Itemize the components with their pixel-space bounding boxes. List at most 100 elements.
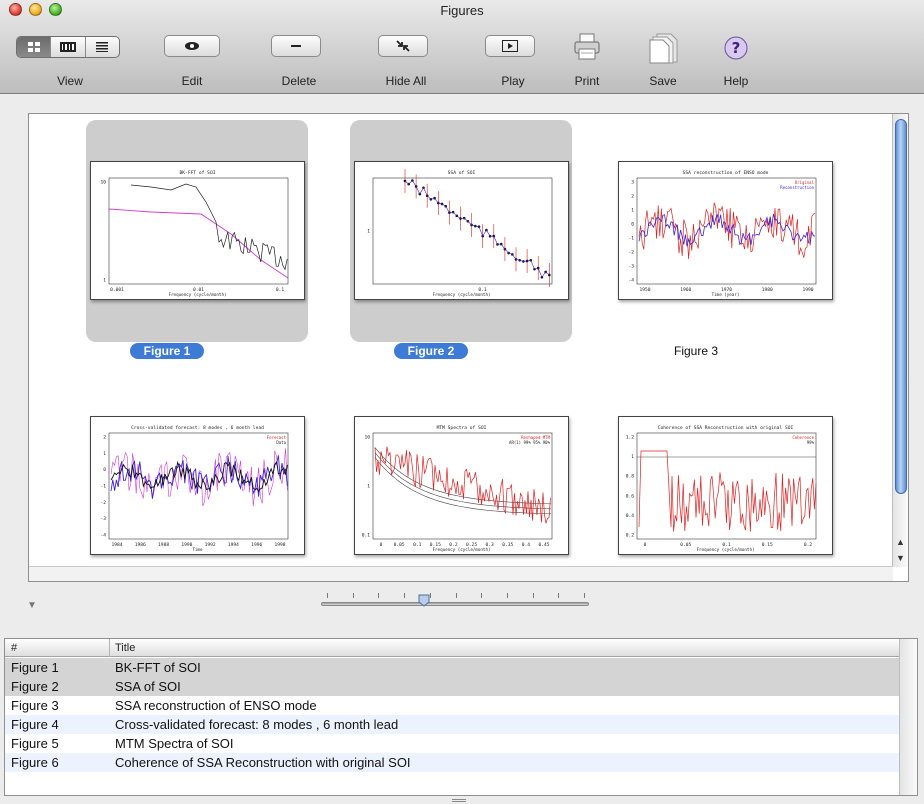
y-tick-label: 0.1 xyxy=(362,533,371,539)
hide-all-button[interactable] xyxy=(378,35,428,57)
table-row[interactable]: Figure 5 MTM Spectra of SOI xyxy=(5,734,899,753)
column-header-title[interactable]: Title xyxy=(115,642,135,654)
list-view-icon[interactable] xyxy=(86,37,119,57)
y-tick-label: 1 xyxy=(367,484,370,490)
slider-tick xyxy=(378,593,380,598)
x-tick-label: 1992 xyxy=(205,542,216,548)
toolbar: Figures View Edit Delete Hide All Play P… xyxy=(0,0,924,94)
hide-all-label: Hide All xyxy=(385,74,427,88)
figure-thumbnail[interactable]: Coherence of SSA Reconstruction with ori… xyxy=(618,416,833,555)
x-tick-label: 0.01 xyxy=(193,287,204,293)
slider-tick xyxy=(506,593,508,598)
plot-title: Coherence of SSA Reconstruction with ori… xyxy=(658,425,794,431)
help-label: Help xyxy=(723,74,749,88)
disclosure-triangle-icon[interactable]: ▼ xyxy=(27,600,37,611)
figure-label[interactable]: Figure 3 xyxy=(659,343,733,359)
y-tick-label: 1.2 xyxy=(626,435,635,441)
figures-window: Figures View Edit Delete Hide All Play P… xyxy=(0,0,924,804)
y-tick-label: 1 xyxy=(631,454,634,460)
x-tick-label: 0.1 xyxy=(722,542,731,548)
slider-tick xyxy=(532,593,534,598)
help-button[interactable]: ? xyxy=(724,36,748,65)
figure-title-cell: SSA reconstruction of ENSO mode xyxy=(115,698,317,713)
y-tick-label: -3 xyxy=(628,264,634,270)
figure-number-cell: Figure 2 xyxy=(11,679,59,694)
slider-tick xyxy=(481,593,483,598)
table-row[interactable]: Figure 2 SSA of SOI xyxy=(5,677,899,696)
print-button[interactable] xyxy=(573,33,601,66)
figure-browser[interactable]: BK-FFT of SOI Frequency (cycle/month) 10 1 0… xyxy=(28,113,909,582)
x-tick-label: 1980 xyxy=(762,287,773,293)
x-tick-label: 1994 xyxy=(228,542,239,548)
y-tick-label: 1 xyxy=(631,208,634,214)
plot-title: Cross-validated forecast: 8 modes , 6 mo… xyxy=(131,425,264,431)
figure-number-cell: Figure 1 xyxy=(11,660,59,675)
table-row[interactable]: Figure 3 SSA reconstruction of ENSO mode xyxy=(5,696,899,715)
scroll-down-arrow-icon[interactable]: ▼ xyxy=(893,551,908,565)
figure-number-cell: Figure 6 xyxy=(11,755,59,770)
edit-button[interactable] xyxy=(164,35,220,57)
x-tick-label: 0.25 xyxy=(466,542,477,548)
y-tick-label: 0.8 xyxy=(626,474,635,480)
table-row[interactable]: Figure 6 Coherence of SSA Reconstruction … xyxy=(5,753,899,772)
filmstrip-view-icon[interactable] xyxy=(51,37,86,57)
figure-thumbnail[interactable]: SSA reconstruction of ENSO mode Time (yea… xyxy=(618,161,833,300)
figure-title-cell: SSA of SOI xyxy=(115,679,181,694)
resize-grip-icon[interactable] xyxy=(452,799,466,802)
play-button[interactable] xyxy=(485,35,535,57)
slider-tick xyxy=(404,593,406,598)
table-scrollbar[interactable] xyxy=(899,639,917,795)
plot-title: MTM Spectra of SOI xyxy=(437,425,487,431)
y-tick-label: 1 xyxy=(367,229,370,235)
minus-icon xyxy=(291,45,301,47)
horizontal-scrollbar[interactable] xyxy=(29,566,893,581)
vertical-scrollbar[interactable]: ▲ ▼ xyxy=(892,114,908,567)
y-tick-label: 2 xyxy=(631,194,634,200)
legend-entry: Data xyxy=(276,440,286,445)
plot-frame xyxy=(636,432,817,540)
x-tick-label: 0.1 xyxy=(413,542,422,548)
plot-title: SSA reconstruction of ENSO mode xyxy=(683,170,769,176)
column-header-number[interactable]: # xyxy=(11,642,17,654)
figure-thumbnail[interactable]: Cross-validated forecast: 8 modes , 6 mo… xyxy=(90,416,305,555)
y-tick-label: -4 xyxy=(628,278,634,284)
slider-tick xyxy=(584,593,585,598)
x-tick-label: 0.1 xyxy=(276,287,285,293)
x-tick-label: 0.45 xyxy=(538,542,549,548)
table-row[interactable]: Figure 1 BK-FFT of SOI xyxy=(5,658,899,677)
figure-title-cell: MTM Spectra of SOI xyxy=(115,736,234,751)
save-button[interactable] xyxy=(649,32,679,69)
eye-icon xyxy=(185,42,199,50)
figure-title-cell: BK-FFT of SOI xyxy=(115,660,201,675)
table-row[interactable]: Figure 4 Cross-validated forecast: 8 mode… xyxy=(5,715,899,734)
x-tick-label: 1998 xyxy=(274,542,285,548)
edit-label: Edit xyxy=(181,74,203,88)
figure-title-cell: Coherence of SSA Reconstruction with ori… xyxy=(115,755,411,770)
figures-table[interactable]: # Title Figure 1 BK-FFT of SOI Figure 2 SSA… xyxy=(4,638,918,796)
thumbnail-size-slider[interactable] xyxy=(321,602,589,606)
figure-thumbnail[interactable]: MTM Spectra of SOI Frequency (cycle/month… xyxy=(354,416,569,555)
print-label: Print xyxy=(574,74,600,88)
legend-entry: Reconstruction xyxy=(780,185,814,190)
y-tick-label: -1 xyxy=(628,236,634,242)
slider-tick xyxy=(558,593,560,598)
x-tick-label: 1990 xyxy=(802,287,813,293)
figure-label[interactable]: Figure 1 xyxy=(130,343,204,359)
grid-view-icon[interactable] xyxy=(17,37,52,57)
slider-knob[interactable] xyxy=(418,594,430,607)
figure-thumbnail[interactable]: SSA of SOI Frequency (cycle/month) 1 0.1 xyxy=(354,161,569,300)
y-tick-label: 2 xyxy=(103,435,106,441)
y-tick-label: -2 xyxy=(628,250,634,256)
figure-thumbnail[interactable]: BK-FFT of SOI Frequency (cycle/month) 10 1 0… xyxy=(90,161,305,300)
delete-button[interactable] xyxy=(271,35,321,57)
x-tick-label: 1996 xyxy=(251,542,262,548)
scroll-up-arrow-icon[interactable]: ▲ xyxy=(893,535,908,549)
scrollbar-thumb[interactable] xyxy=(895,119,907,494)
x-tick-label: 0.4 xyxy=(522,542,531,548)
view-mode-segmented-control[interactable] xyxy=(16,36,120,58)
figure-label[interactable]: Figure 2 xyxy=(394,343,468,359)
empty-table-row xyxy=(5,772,899,791)
delete-label: Delete xyxy=(281,74,317,88)
figure-title-cell: Cross-validated forecast: 8 modes , 6 mo… xyxy=(115,717,399,732)
plot-frame xyxy=(108,177,289,285)
